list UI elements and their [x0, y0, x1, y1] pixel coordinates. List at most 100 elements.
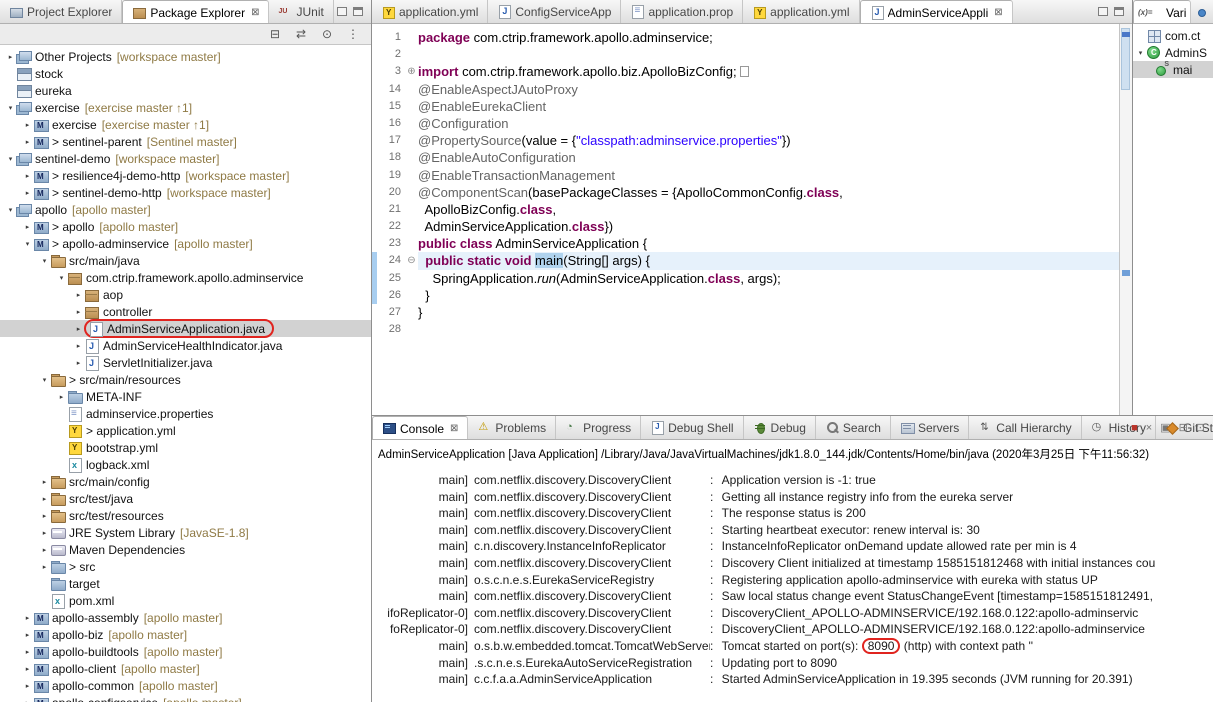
project-tree[interactable]: ▸ Other Projects [workspace master] stock eu… — [0, 45, 371, 702]
chevron-down-icon[interactable]: ▾ — [5, 206, 16, 214]
tree-item-logback-xml[interactable]: logback.xml — [0, 456, 371, 473]
console-tab-debug-shell[interactable]: Debug Shell — [641, 416, 744, 439]
chevron-right-icon[interactable]: ▸ — [22, 665, 33, 673]
tree-item-sentinel-parent[interactable]: ▸ > sentinel-parent [Sentinel master] — [0, 133, 371, 150]
tree-item-pom-xml[interactable]: pom.xml — [0, 592, 371, 609]
editor-tab-application-yml[interactable]: application.yml — [372, 0, 489, 23]
editor-tab-adminserviceappli[interactable]: AdminServiceAppli ⊠ — [859, 0, 1013, 23]
code-lines[interactable]: 1 package com.ctrip.framework.apollo.admi… — [372, 24, 1119, 415]
fold-collapse-icon[interactable]: ⊖ — [405, 252, 418, 269]
code-line[interactable]: 25 SpringApplication.run(AdminServiceApp… — [372, 269, 1119, 287]
chevron-right-icon[interactable]: ▸ — [73, 342, 84, 350]
code-editor[interactable]: 1 package com.ctrip.framework.apollo.admi… — [372, 24, 1132, 415]
close-tab-icon[interactable]: ⊠ — [450, 423, 458, 434]
chevron-right-icon[interactable]: ▸ — [39, 546, 50, 554]
tree-item-apollo-adminservice[interactable]: ▾ > apollo-adminservice [apollo master] — [0, 235, 371, 252]
line-number[interactable]: 18 — [377, 149, 405, 166]
chevron-right-icon[interactable]: ▸ — [22, 138, 33, 146]
outline-item-admins[interactable]: ▾ AdminS — [1133, 44, 1213, 61]
console-tab-progress[interactable]: Progress — [556, 416, 642, 439]
tree-item-application-yml[interactable]: > application.yml — [0, 422, 371, 439]
console-log[interactable]: main] com.netflix.discovery.DiscoveryClie… — [372, 464, 1213, 702]
line-number[interactable]: 25 — [377, 270, 405, 287]
close-tab-icon[interactable]: ⊠ — [994, 7, 1002, 18]
chevron-right-icon[interactable]: ▸ — [39, 478, 50, 486]
editor-tab-application-yml[interactable]: application.yml — [743, 0, 860, 23]
chevron-right-icon[interactable]: ▸ — [22, 614, 33, 622]
console-tab-servers[interactable]: Servers — [891, 416, 970, 439]
occurrence-marker[interactable] — [1122, 270, 1130, 276]
terminate-icon[interactable]: ■ — [1131, 422, 1138, 434]
chevron-down-icon[interactable]: ▾ — [1135, 49, 1146, 57]
code-line[interactable]: 27} — [372, 304, 1119, 321]
tree-item-apollo-buildtools[interactable]: ▸ apollo-buildtools [apollo master] — [0, 643, 371, 660]
left-tab-package-explorer[interactable]: Package Explorer ⊠ — [122, 0, 270, 23]
code-line[interactable]: 16 @Configuration — [372, 115, 1119, 132]
tree-item-src-main-config[interactable]: ▸ src/main/config — [0, 473, 371, 490]
left-tab-junit[interactable]: JUnit — [269, 0, 334, 23]
console-tab-debug[interactable]: Debug — [744, 416, 816, 439]
chevron-right-icon[interactable]: ▸ — [39, 529, 50, 537]
chevron-right-icon[interactable]: ▸ — [39, 512, 50, 520]
tree-item-apollo-assembly[interactable]: ▸ apollo-assembly [apollo master] — [0, 609, 371, 626]
line-number[interactable]: 27 — [377, 304, 405, 321]
line-number[interactable]: 24 — [377, 252, 405, 269]
close-tab-icon[interactable]: ⊠ — [251, 7, 259, 18]
tree-item-meta-inf[interactable]: ▸ META-INF — [0, 388, 371, 405]
right-tab-vari[interactable]: Vari — [1133, 0, 1192, 23]
editor-tab-application-prop[interactable]: application.prop — [621, 0, 744, 23]
line-number[interactable]: 2 — [377, 46, 405, 63]
chevron-right-icon[interactable]: ▸ — [39, 563, 50, 571]
outline-item-com-ct[interactable]: com.ct — [1133, 27, 1213, 44]
chevron-right-icon[interactable]: ▸ — [22, 189, 33, 197]
overview-ruler[interactable] — [1119, 24, 1132, 415]
fold-expand-icon[interactable]: ⊕ — [405, 63, 418, 80]
chevron-down-icon[interactable]: ▾ — [5, 155, 16, 163]
code-line[interactable]: 17 @PropertySource(value = {"classpath:ad… — [372, 132, 1119, 149]
focus-on-active-task-icon[interactable]: ⊙ — [319, 27, 335, 41]
tree-item-src[interactable]: ▸ > src — [0, 558, 371, 575]
line-number[interactable]: 26 — [377, 287, 405, 304]
tree-item-controller[interactable]: ▸ controller — [0, 303, 371, 320]
code-line[interactable]: 24 ⊖ public static void main(String[] arg… — [372, 252, 1119, 270]
outline-tree[interactable]: com.ct ▾ AdminS mai — [1133, 24, 1213, 415]
tree-item-src-main-java[interactable]: ▾ src/main/java — [0, 252, 371, 269]
tree-item-aop[interactable]: ▸ aop — [0, 286, 371, 303]
line-number[interactable]: 3 — [377, 63, 405, 80]
chevron-right-icon[interactable]: ▸ — [73, 325, 84, 333]
chevron-right-icon[interactable]: ▸ — [22, 121, 33, 129]
code-line[interactable]: 21 ApolloBizConfig.class, — [372, 201, 1119, 218]
link-with-editor-icon[interactable]: ⇄ — [293, 27, 309, 41]
maximize-editor-icon[interactable] — [1114, 7, 1124, 16]
tree-item-apollo-client[interactable]: ▸ apollo-client [apollo master] — [0, 660, 371, 677]
line-number[interactable]: 20 — [377, 184, 405, 201]
remove-launch-icon[interactable]: × — [1146, 422, 1152, 434]
tree-item-resilience4j-demo-http[interactable]: ▸ > resilience4j-demo-http [workspace mast… — [0, 167, 371, 184]
code-line[interactable]: 3 ⊕ import com.ctrip.framework.apollo.biz.… — [372, 63, 1119, 80]
maximize-view-icon[interactable]: ⊡ — [1196, 421, 1205, 434]
chevron-down-icon[interactable]: ▾ — [56, 274, 67, 282]
chevron-right-icon[interactable]: ▸ — [73, 308, 84, 316]
collapse-all-icon[interactable]: ⊟ — [267, 27, 283, 41]
chevron-down-icon[interactable]: ▾ — [22, 240, 33, 248]
line-number[interactable]: 28 — [377, 321, 405, 338]
tree-item-adminservice-properties[interactable]: adminservice.properties — [0, 405, 371, 422]
code-line[interactable]: 20 @ComponentScan(basePackageClasses = {A… — [372, 184, 1119, 201]
code-line[interactable]: 15 @EnableEurekaClient — [372, 98, 1119, 115]
code-line[interactable]: 26 } — [372, 286, 1119, 304]
tree-item-apollo[interactable]: ▾ apollo [apollo master] — [0, 201, 371, 218]
chevron-right-icon[interactable]: ▸ — [73, 291, 84, 299]
line-number[interactable]: 14 — [377, 81, 405, 98]
tree-item-bootstrap-yml[interactable]: bootstrap.yml — [0, 439, 371, 456]
line-number[interactable]: 23 — [377, 235, 405, 252]
chevron-down-icon[interactable]: ▾ — [5, 104, 16, 112]
tree-item-src-test-resources[interactable]: ▸ src/test/resources — [0, 507, 371, 524]
console-tab-console[interactable]: Console ⊠ — [372, 416, 469, 439]
chevron-down-icon[interactable]: ▾ — [39, 376, 50, 384]
tree-item-sentinel-demo-http[interactable]: ▸ > sentinel-demo-http [workspace master] — [0, 184, 371, 201]
tree-item-maven-dependencies[interactable]: ▸ Maven Dependencies — [0, 541, 371, 558]
tree-item-other-projects[interactable]: ▸ Other Projects [workspace master] — [0, 48, 371, 65]
console-tab-search[interactable]: Search — [816, 416, 891, 439]
left-tab-project-explorer[interactable]: Project Explorer — [0, 0, 123, 23]
line-number[interactable]: 17 — [377, 132, 405, 149]
